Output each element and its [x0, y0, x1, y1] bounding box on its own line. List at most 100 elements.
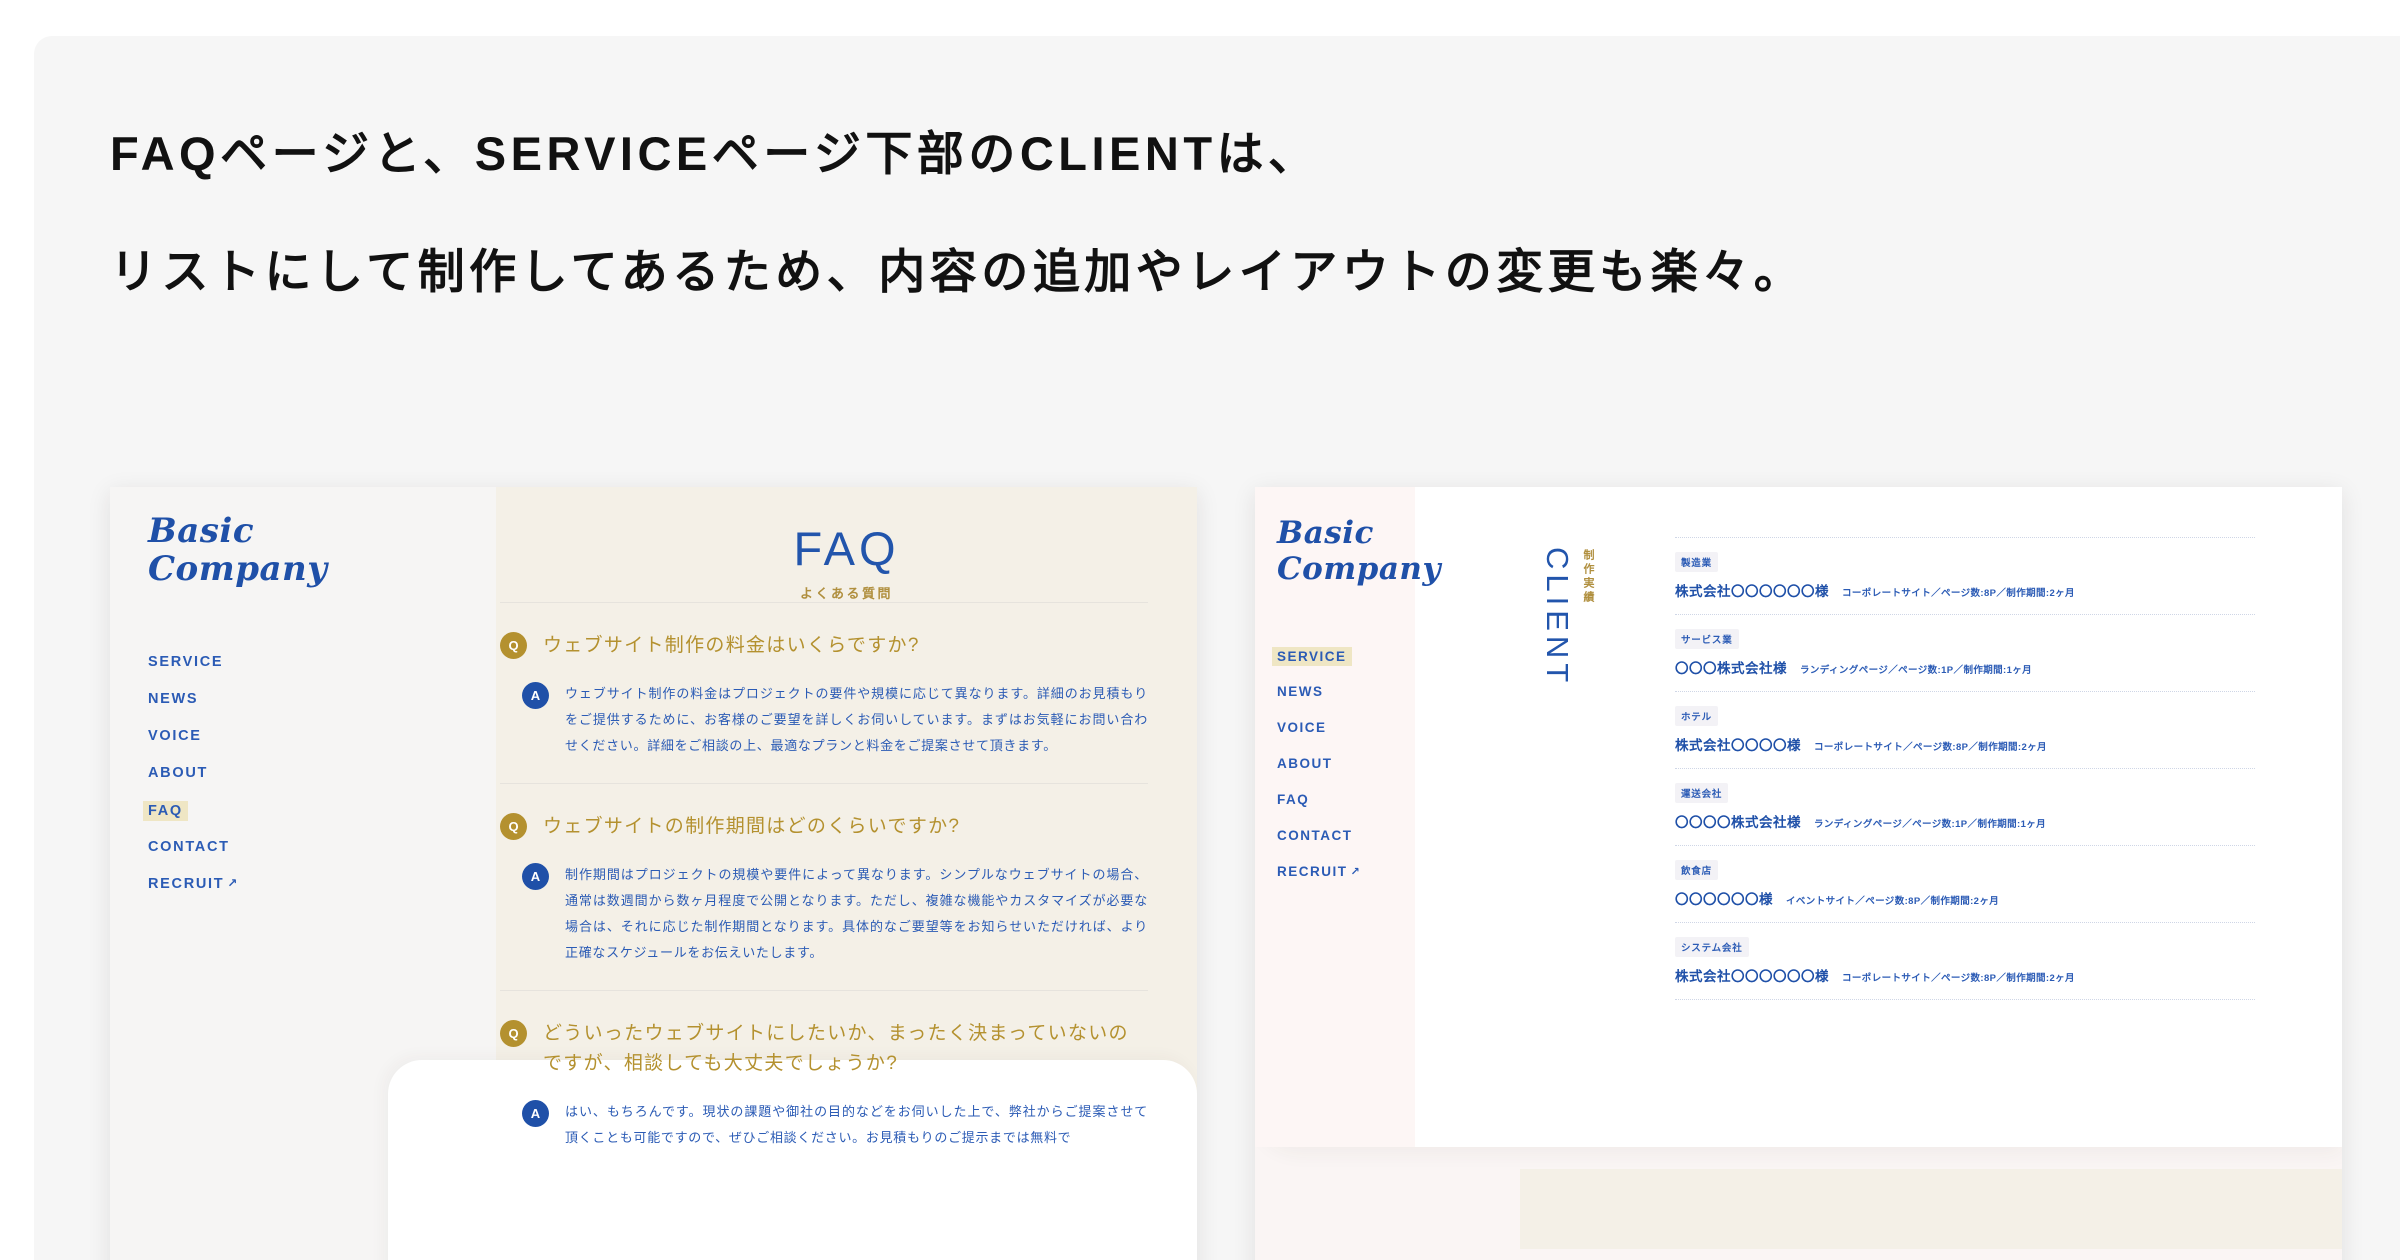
- faq-answer-row: A はい、もちろんです。現状の課題や御社の目的などをお伺いした上で、弊社からご提案…: [500, 1099, 1148, 1151]
- site-logo[interactable]: Basic Company: [1277, 515, 1441, 587]
- faq-item[interactable]: Q どういったウェブサイトにしたいか、まったく決まっていないのですが、相談しても大…: [500, 990, 1148, 1175]
- sidebar-item-label: RECRUIT: [148, 876, 225, 892]
- nav-row: VOICE: [148, 727, 239, 764]
- client-row[interactable]: システム会社株式会社〇〇〇〇〇〇様 コーポレートサイト／ページ数:8P／制作期間:…: [1675, 922, 2255, 999]
- answer-badge-icon: A: [522, 682, 549, 709]
- sidebar-item-label: VOICE: [148, 728, 202, 744]
- sidebar-item-label: VOICE: [1277, 720, 1327, 735]
- faq-question-row[interactable]: Q ウェブサイトの制作期間はどのくらいですか?: [500, 812, 1148, 842]
- sidebar-item-faq[interactable]: FAQ: [143, 801, 188, 821]
- client-row[interactable]: サービス業〇〇〇株式会社様 ランディングページ／ページ数:1P／制作期間:1ヶ月: [1675, 614, 2255, 691]
- client-row-line: 〇〇〇〇〇〇様 イベントサイト／ページ数:8P／制作期間:2ヶ月: [1675, 888, 2255, 909]
- sidebar-item-service[interactable]: SERVICE: [148, 654, 223, 670]
- sidebar-item-recruit[interactable]: RECRUIT ↗: [148, 876, 239, 892]
- sidebar-item-faq[interactable]: FAQ: [1277, 792, 1309, 807]
- nav-row: VOICE: [1277, 719, 1361, 755]
- question-badge-icon: Q: [500, 813, 527, 840]
- faq-question-text: ウェブサイト制作の料金はいくらですか?: [543, 635, 920, 656]
- client-project-meta: ランディングページ／ページ数:1P／制作期間:1ヶ月: [1814, 819, 2047, 830]
- sidebar-item-news[interactable]: NEWS: [148, 691, 198, 707]
- question-badge-icon: Q: [500, 632, 527, 659]
- client-list-end-divider: [1675, 999, 2255, 1000]
- client-industry-tag: 製造業: [1675, 552, 1718, 572]
- client-project-meta: コーポレートサイト／ページ数:8P／制作期間:2ヶ月: [1842, 588, 2075, 599]
- faq-item[interactable]: Q ウェブサイトの制作期間はどのくらいですか? A 制作期間はプロジェクトの規模や要件…: [500, 783, 1148, 990]
- client-project-meta: コーポレートサイト／ページ数:8P／制作期間:2ヶ月: [1814, 742, 2047, 753]
- client-industry-tag: ホテル: [1675, 706, 1718, 726]
- client-page-mockup: Basic Company SERVICE NEWS VOICE ABOUT FAQ CO…: [1255, 487, 2342, 1260]
- headline-line-1: FAQページと、SERVICEページ下部のCLIENTは、: [110, 127, 1320, 180]
- nav-row: CONTACT: [1277, 827, 1361, 863]
- sidebar-item-contact[interactable]: CONTACT: [1277, 828, 1353, 843]
- client-row[interactable]: 製造業株式会社〇〇〇〇〇〇様 コーポレートサイト／ページ数:8P／制作期間:2ヶ月: [1675, 537, 2255, 614]
- client-title-block: CLIENT 制作実績: [1540, 547, 1644, 687]
- nav-row: RECRUIT ↗: [148, 875, 239, 912]
- sidebar-item-recruit[interactable]: RECRUIT ↗: [1277, 864, 1361, 879]
- client-row-line: 〇〇〇〇株式会社様 ランディングページ／ページ数:1P／制作期間:1ヶ月: [1675, 811, 2255, 832]
- client-industry-tag: システム会社: [1675, 937, 1749, 957]
- client-company-name: 〇〇〇〇株式会社様: [1675, 815, 1801, 830]
- client-company-name: 株式会社〇〇〇〇〇〇様: [1675, 969, 1829, 984]
- sidebar-item-voice[interactable]: VOICE: [148, 728, 202, 744]
- sidebar-item-voice[interactable]: VOICE: [1277, 720, 1327, 735]
- faq-question-row[interactable]: Q どういったウェブサイトにしたいか、まったく決まっていないのですが、相談しても大…: [500, 1019, 1148, 1079]
- faq-question-row[interactable]: Q ウェブサイト制作の料金はいくらですか?: [500, 631, 1148, 661]
- answer-badge-icon: A: [522, 1100, 549, 1127]
- sidebar-item-label: SERVICE: [1277, 649, 1347, 664]
- faq-item-list: Q ウェブサイト制作の料金はいくらですか? A ウェブサイト制作の料金はプロジェクトの…: [500, 602, 1148, 1175]
- sidebar-item-news[interactable]: NEWS: [1277, 684, 1324, 699]
- nav-row: FAQ: [1277, 791, 1361, 827]
- faq-question-text: どういったウェブサイトにしたいか、まったく決まっていないのですが、相談しても大丈…: [543, 1023, 1129, 1074]
- nav-row: NEWS: [1277, 683, 1361, 719]
- client-row[interactable]: 運送会社 〇〇〇〇株式会社様 ランディングページ／ページ数:1P／制作期間:1ヶ月: [1675, 768, 2255, 845]
- client-company-name: 〇〇〇〇〇〇様: [1675, 892, 1773, 907]
- question-badge-icon: Q: [500, 1020, 527, 1047]
- nav-row: SERVICE: [148, 653, 239, 690]
- answer-badge-icon: A: [522, 863, 549, 890]
- page-headline: FAQページと、SERVICEページ下部のCLIENTは、 リストにして制作して…: [110, 95, 2310, 331]
- sidebar-item-label: SERVICE: [148, 654, 224, 670]
- sidebar-item-label: FAQ: [148, 803, 183, 819]
- sidebar-item-label: ABOUT: [1277, 756, 1333, 771]
- sidebar-item-about[interactable]: ABOUT: [1277, 756, 1333, 771]
- sidebar-item-label: RECRUIT: [1277, 864, 1348, 879]
- nav-row: CONTACT: [148, 838, 239, 875]
- logo-line-2: Company: [148, 549, 328, 589]
- client-row-line: 〇〇〇株式会社様 ランディングページ／ページ数:1P／制作期間:1ヶ月: [1675, 657, 2255, 678]
- sidebar-item-label: CONTACT: [1277, 828, 1353, 843]
- client-company-name: 〇〇〇株式会社様: [1675, 661, 1787, 676]
- client-row[interactable]: ホテル株式会社〇〇〇〇様 コーポレートサイト／ページ数:8P／制作期間:2ヶ月: [1675, 691, 2255, 768]
- client-industry-tag: サービス業: [1675, 629, 1739, 649]
- sidebar-item-label: CONTACT: [148, 839, 230, 855]
- client-section-subtitle: 制作実績: [1582, 549, 1594, 605]
- external-link-icon: ↗: [227, 876, 239, 890]
- faq-answer-row: A ウェブサイト制作の料金はプロジェクトの要件や規模に応じて異なります。詳細のお見…: [500, 681, 1148, 759]
- client-row-line: 株式会社〇〇〇〇様 コーポレートサイト／ページ数:8P／制作期間:2ヶ月: [1675, 734, 2255, 755]
- faq-answer-text: 制作期間はプロジェクトの規模や要件によって異なります。シンプルなウェブサイトの場…: [565, 867, 1148, 960]
- faq-item[interactable]: Q ウェブサイト制作の料金はいくらですか? A ウェブサイト制作の料金はプロジェクトの…: [500, 602, 1148, 783]
- headline-line-2: リストにして制作してあるため、内容の追加やレイアウトの変更も楽々。: [110, 245, 1806, 298]
- faq-page-subtitle: よくある質問: [799, 586, 893, 601]
- client-row-line: 株式会社〇〇〇〇〇〇様 コーポレートサイト／ページ数:8P／制作期間:2ヶ月: [1675, 580, 2255, 601]
- client-industry-tag: 飲食店: [1675, 860, 1718, 880]
- sidebar-item-label: ABOUT: [148, 765, 209, 781]
- client-beige-band: [1520, 1169, 2342, 1249]
- sidebar-item-about[interactable]: ABOUT: [148, 765, 208, 781]
- client-row-line: 株式会社〇〇〇〇〇〇様 コーポレートサイト／ページ数:8P／制作期間:2ヶ月: [1675, 965, 2255, 986]
- logo-line-1: Basic: [1277, 515, 1374, 551]
- client-company-name: 株式会社〇〇〇〇様: [1675, 738, 1801, 753]
- sidebar-item-label: FAQ: [1277, 792, 1310, 807]
- faq-sidebar-nav: SERVICE NEWS VOICE ABOUT FAQ CONTACT RECRUIT ↗: [143, 653, 239, 912]
- faq-answer-text: はい、もちろんです。現状の課題や御社の目的などをお伺いした上で、弊社からご提案さ…: [565, 1104, 1148, 1145]
- nav-row: FAQ: [143, 801, 239, 838]
- sidebar-item-service[interactable]: SERVICE: [1272, 647, 1352, 666]
- sidebar-item-label: NEWS: [1277, 684, 1324, 699]
- sidebar-item-contact[interactable]: CONTACT: [148, 839, 230, 855]
- client-project-meta: イベントサイト／ページ数:8P／制作期間:2ヶ月: [1786, 896, 2000, 907]
- client-project-meta: コーポレートサイト／ページ数:8P／制作期間:2ヶ月: [1842, 973, 2075, 984]
- site-logo[interactable]: Basic Company: [148, 512, 328, 588]
- client-project-meta: ランディングページ／ページ数:1P／制作期間:1ヶ月: [1800, 665, 2033, 676]
- client-row[interactable]: 飲食店〇〇〇〇〇〇様 イベントサイト／ページ数:8P／制作期間:2ヶ月: [1675, 845, 2255, 922]
- logo-line-1: Basic: [148, 511, 255, 551]
- faq-page-mockup: Basic Company SERVICE NEWS VOICE ABOUT FAQ CO…: [110, 487, 1197, 1260]
